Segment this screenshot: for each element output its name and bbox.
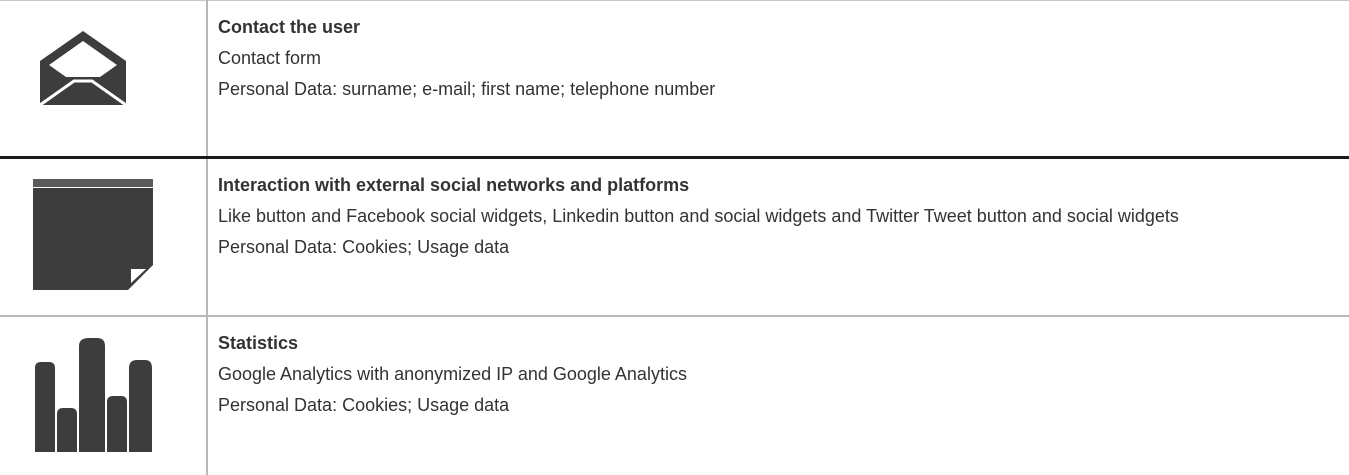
personal-data-text: Personal Data: Cookies; Usage data [218, 395, 510, 415]
bar-chart-icon [35, 338, 152, 452]
icon-cell [0, 158, 206, 316]
table-row: Interaction with external social network… [0, 158, 1349, 316]
envelope-open-icon [40, 31, 126, 105]
column-divider [206, 0, 208, 475]
sticky-note-icon [33, 179, 153, 290]
service-description: Google Analytics with anonymized IP and … [218, 364, 687, 384]
table-row: Statistics Google Analytics with anonymi… [0, 316, 1349, 475]
service-description: Contact form [218, 48, 322, 68]
privacy-policy-table: Contact the user Contact form Personal D… [0, 0, 1349, 475]
icon-cell [0, 0, 206, 158]
section-title: Statistics [218, 333, 299, 353]
section-title: Interaction with external social network… [218, 175, 690, 195]
personal-data-text: Personal Data: Cookies; Usage data [218, 237, 510, 257]
service-description: Like button and Facebook social widgets,… [218, 206, 1179, 226]
row-separator [0, 315, 1349, 317]
section-title: Contact the user [218, 17, 361, 37]
info-cell: Interaction with external social network… [208, 158, 1349, 316]
icon-cell [0, 316, 206, 475]
info-cell: Statistics Google Analytics with anonymi… [208, 316, 1349, 475]
table-row: Contact the user Contact form Personal D… [0, 0, 1349, 158]
info-cell: Contact the user Contact form Personal D… [208, 0, 1349, 158]
row-separator [0, 156, 1349, 159]
personal-data-text: Personal Data: surname; e-mail; first na… [218, 79, 716, 99]
